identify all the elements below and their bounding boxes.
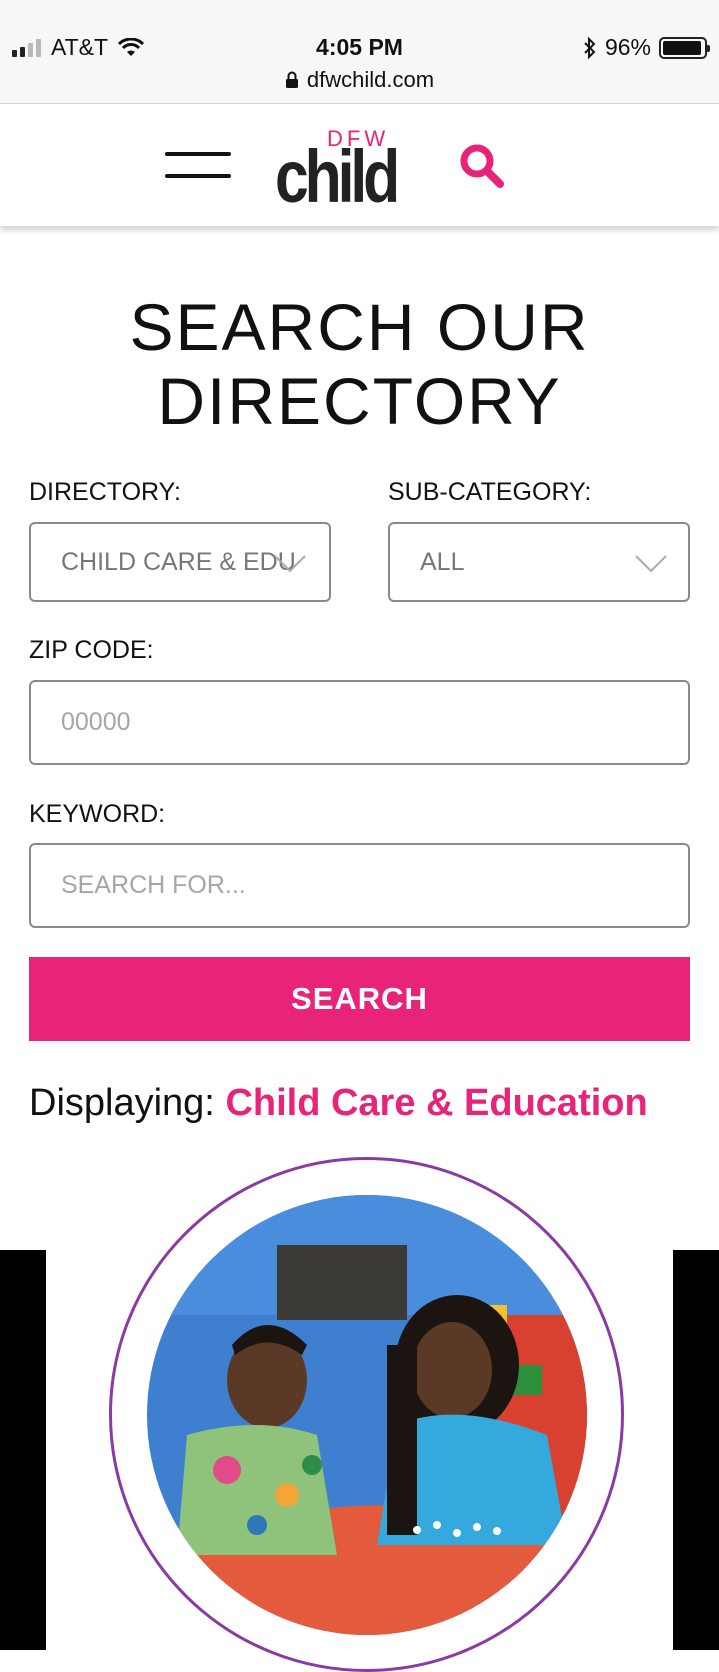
displaying-text: Displaying: Child Care & Education bbox=[29, 1082, 648, 1125]
logo-child-text: child bbox=[275, 135, 400, 218]
black-side-bar-right bbox=[673, 1250, 719, 1650]
battery-icon bbox=[659, 36, 710, 59]
displaying-label: Displaying: bbox=[29, 1082, 215, 1124]
subcategory-select[interactable]: ALL bbox=[388, 522, 690, 602]
directory-label: DIRECTORY: bbox=[29, 478, 181, 506]
search-button[interactable]: SEARCH bbox=[29, 957, 690, 1041]
site-header: DFW child bbox=[0, 104, 719, 226]
chevron-down-icon bbox=[635, 555, 667, 573]
zip-input[interactable]: 00000 bbox=[29, 680, 690, 765]
keyword-input[interactable]: SEARCH FOR... bbox=[29, 843, 690, 928]
category-photo bbox=[147, 1195, 587, 1635]
address-bar[interactable]: dfwchild.com bbox=[0, 67, 719, 93]
zip-label: ZIP CODE: bbox=[29, 636, 154, 664]
zip-placeholder: 00000 bbox=[61, 708, 131, 736]
status-right: 96% bbox=[583, 34, 710, 61]
page-title: SEARCH OUR DIRECTORY bbox=[0, 290, 719, 438]
page-title-line-2: DIRECTORY bbox=[157, 364, 562, 438]
site-logo[interactable]: DFW child bbox=[275, 120, 410, 218]
battery-percent: 96% bbox=[604, 34, 651, 60]
search-icon[interactable] bbox=[458, 142, 504, 188]
status-bar: AT&T 4:05 PM dfwchild.com 96% bbox=[0, 0, 719, 104]
subcategory-label: SUB-CATEGORY: bbox=[388, 478, 592, 506]
directory-select[interactable]: CHILD CARE & EDU bbox=[29, 522, 331, 602]
chevron-down-icon bbox=[274, 555, 306, 573]
bluetooth-icon bbox=[584, 36, 596, 59]
displaying-category[interactable]: Child Care & Education bbox=[225, 1082, 647, 1124]
directory-select-value: CHILD CARE & EDU bbox=[61, 547, 296, 576]
black-side-bar-left bbox=[0, 1250, 46, 1650]
url-text: dfwchild.com bbox=[306, 67, 435, 92]
keyword-placeholder: SEARCH FOR... bbox=[61, 871, 246, 899]
keyword-label: KEYWORD: bbox=[29, 800, 166, 828]
subcategory-select-value: ALL bbox=[420, 547, 465, 576]
page-title-line-1: SEARCH OUR bbox=[129, 290, 590, 364]
menu-icon[interactable] bbox=[165, 152, 231, 178]
lock-icon bbox=[285, 71, 298, 88]
